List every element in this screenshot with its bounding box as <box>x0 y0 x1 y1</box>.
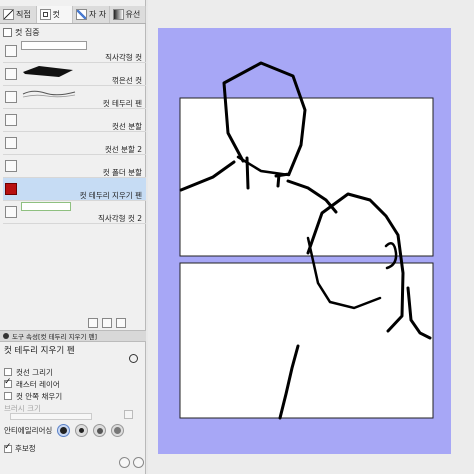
tab-frame[interactable]: 컷 <box>36 6 73 23</box>
reset-icon[interactable] <box>133 457 144 468</box>
subtool-label: 직사각형 컷 2 <box>97 214 142 223</box>
subtool-label: 꺾은선 컷 <box>112 76 142 85</box>
settings-gear-icon[interactable] <box>119 457 130 468</box>
group-icon <box>3 27 12 37</box>
prop-fill-inside[interactable]: 컷 안쪽 채우기 <box>4 390 140 402</box>
brush-size-slider <box>10 413 92 420</box>
tab-label: 컷 <box>52 10 60 19</box>
prop-label: 래스터 레이어 <box>16 379 60 389</box>
pen-icon <box>3 9 14 20</box>
subtool-label: 컷선 분할 <box>112 122 142 131</box>
eraser-pen-icon <box>5 183 17 195</box>
subtool-label: 컷 폴더 분할 <box>102 168 142 177</box>
checkbox[interactable] <box>4 368 12 376</box>
antialias-strong[interactable] <box>111 424 125 437</box>
tab-ruler[interactable]: 자 자 <box>73 6 110 23</box>
subtool-rect-frame-2[interactable]: 직사각형 컷 2 <box>3 201 146 224</box>
subtool-border-pen[interactable]: 컷 테두리 펜 <box>3 86 146 109</box>
subtool-label: 컷선 분할 2 <box>104 145 142 154</box>
brush-size-knob <box>124 410 133 419</box>
tool-property-icon <box>3 333 9 339</box>
tool-property-tab[interactable]: 도구 속성[컷 테두리 지우기 펜] <box>0 330 146 342</box>
stroke-preview <box>23 66 73 77</box>
antialias-label: 안티에일리어싱 <box>4 426 53 435</box>
tool-panel: 직접 컷 자 자 유선 컷 집중 직사각형 컷 꺾은선 컷 컷 테두리 펜 컷선… <box>0 0 146 474</box>
figure-neck-right <box>276 172 281 188</box>
tab-label: 직접 <box>16 10 31 19</box>
subtool-split-line-2[interactable]: 컷선 분할 2 <box>3 132 146 155</box>
gradient-icon <box>112 9 124 20</box>
subtool-folder-split[interactable]: 컷 폴더 분할 <box>3 155 146 178</box>
props-title: 컷 테두리 지우기 펜 <box>4 346 75 356</box>
antialias-medium[interactable] <box>93 424 107 437</box>
ruler-icon <box>76 9 87 20</box>
duplicate-icon[interactable] <box>102 318 112 328</box>
tab-label: 자 자 <box>89 10 107 19</box>
canvas-area[interactable] <box>148 0 474 474</box>
tool-group-row[interactable]: 컷 집중 <box>0 25 146 39</box>
subtool-label: 컷 테두리 펜 <box>102 99 142 108</box>
split-line-icon <box>5 114 17 126</box>
tab-gradient[interactable]: 유선 <box>110 6 146 23</box>
antialias-row: 안티에일리어싱 <box>4 424 125 437</box>
rect-frame-icon <box>5 45 17 57</box>
polyline-frame-icon <box>5 68 17 80</box>
tab-label: 유선 <box>125 10 141 19</box>
canvas-paper[interactable] <box>158 28 451 454</box>
folder-split-icon <box>5 160 17 172</box>
tool-tabs: 직접 컷 자 자 유선 <box>0 6 146 24</box>
group-label: 컷 집중 <box>15 27 40 37</box>
property-list: 컷선 그리기 래스터 레이어 컷 안쪽 채우기 브러시 크기 <box>4 366 140 414</box>
delete-icon[interactable] <box>116 318 126 328</box>
figure-neck-left <box>245 156 250 190</box>
subtool-label: 직사각형 컷 <box>105 53 142 62</box>
tool-property-tab-label: 도구 속성[컷 테두리 지우기 펜] <box>12 333 98 341</box>
subtool-eraser-pen[interactable]: 컷 테두리 지우기 펜 <box>3 178 146 201</box>
correction-label: 후보정 <box>15 444 36 453</box>
prop-label: 컷선 그리기 <box>16 367 53 377</box>
stroke-preview <box>22 90 76 98</box>
checkbox[interactable] <box>4 442 12 453</box>
frame-icon <box>39 9 51 20</box>
prop-raster-layer[interactable]: 래스터 레이어 <box>4 377 140 390</box>
subtool-actions <box>88 318 126 328</box>
zoom-icon[interactable] <box>129 354 138 363</box>
subtool-list: 직사각형 컷 꺾은선 컷 컷 테두리 펜 컷선 분할 컷선 분할 2 컷 폴더 … <box>3 40 146 224</box>
frame-bottom <box>179 262 434 419</box>
prop-label: 브러시 크기 <box>4 403 41 413</box>
canvas-artwork <box>179 61 434 420</box>
stroke-preview <box>21 202 71 211</box>
prop-draw-frame-line[interactable]: 컷선 그리기 <box>4 366 140 378</box>
rect-frame-icon-2 <box>5 206 17 218</box>
border-pen-icon <box>5 91 17 103</box>
stroke-preview <box>21 41 87 50</box>
checkbox[interactable] <box>4 377 12 388</box>
subtool-rect-frame[interactable]: 직사각형 컷 <box>3 40 146 63</box>
subtool-polyline-frame[interactable]: 꺾은선 컷 <box>3 63 146 86</box>
subtool-label: 컷 테두리 지우기 펜 <box>79 191 142 200</box>
checkbox[interactable] <box>4 392 12 400</box>
subtool-split-line[interactable]: 컷선 분할 <box>3 109 146 132</box>
tab-pen[interactable]: 직접 <box>0 6 37 23</box>
antialias-weak[interactable] <box>75 424 89 437</box>
split-line-icon-2 <box>5 137 17 149</box>
prop-label: 컷 안쪽 채우기 <box>16 391 63 401</box>
correction-row[interactable]: 후보정 <box>4 442 36 454</box>
settings-icon[interactable] <box>88 318 98 328</box>
antialias-none[interactable] <box>57 424 71 437</box>
